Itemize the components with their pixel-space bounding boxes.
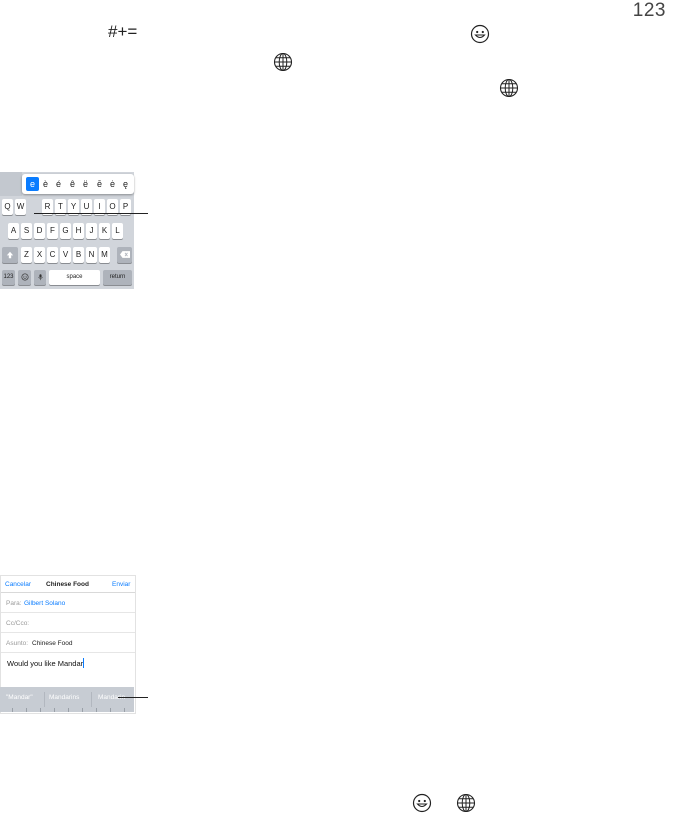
key-hint: [110, 708, 111, 712]
key[interactable]: A: [8, 223, 19, 239]
accent-key[interactable]: è: [39, 177, 52, 191]
globe-icon: [499, 78, 519, 98]
accent-key[interactable]: ę: [119, 177, 132, 191]
key[interactable]: S: [21, 223, 32, 239]
key-hint: [26, 708, 27, 712]
keyboard-row-1: Q W R T Y U I O P: [0, 199, 134, 219]
backspace-icon: [119, 251, 130, 258]
key[interactable]: X: [34, 247, 45, 263]
globe-icon: [456, 793, 476, 813]
key-hint: [96, 708, 97, 712]
keyboard-row-2: A S D F G H J K L: [0, 223, 134, 243]
divider: [91, 692, 92, 707]
emoji-icon: [470, 24, 490, 44]
message-text[interactable]: Would you like Mandar: [7, 659, 83, 668]
accent-options-bar: e è é ê ë ē ė ę: [22, 174, 134, 194]
cc-label: Cc/Cco:: [6, 620, 30, 627]
emoji-icon: [20, 273, 29, 281]
key[interactable]: V: [60, 247, 71, 263]
dictation-key[interactable]: [34, 270, 46, 285]
callout-line: [118, 697, 148, 698]
key[interactable]: Z: [21, 247, 32, 263]
key[interactable]: M: [99, 247, 110, 263]
key[interactable]: H: [73, 223, 84, 239]
key-hint: [54, 708, 55, 712]
key[interactable]: J: [86, 223, 97, 239]
accent-key[interactable]: e: [26, 177, 39, 191]
suggestion-item[interactable]: Mandarins: [49, 694, 79, 701]
page-number: 123: [632, 0, 666, 21]
divider: [44, 692, 45, 707]
key[interactable]: G: [60, 223, 71, 239]
keyboard-accent-strip: [0, 172, 22, 196]
emoji-icon: [412, 793, 432, 813]
callout-line: [34, 213, 148, 214]
globe-icon: [273, 52, 293, 72]
to-field[interactable]: Para: Gilbert Solano: [1, 593, 135, 613]
subject-value[interactable]: Chinese Food: [32, 640, 72, 647]
space-key[interactable]: space: [49, 270, 100, 285]
key[interactable]: B: [73, 247, 84, 263]
to-recipient[interactable]: Gilbert Solano: [24, 600, 65, 607]
key-hint: [68, 708, 69, 712]
microphone-icon: [37, 274, 43, 281]
key[interactable]: C: [47, 247, 58, 263]
key-hint: [124, 708, 125, 712]
to-label: Para:: [6, 600, 22, 607]
key-hint: [82, 708, 83, 712]
symbol-keys-text: #+=: [108, 22, 138, 41]
key[interactable]: D: [34, 223, 45, 239]
text-cursor: [83, 658, 84, 668]
key-hint: [40, 708, 41, 712]
shift-key[interactable]: [2, 247, 18, 263]
subject-label: Asunto:: [6, 640, 29, 647]
delete-key[interactable]: [117, 247, 132, 263]
accent-key[interactable]: ë: [79, 177, 92, 191]
suggestion-item[interactable]: "Mandar": [6, 694, 33, 701]
emoji-key[interactable]: [18, 270, 31, 285]
mail-title: Chinese Food: [46, 581, 89, 588]
key[interactable]: F: [47, 223, 58, 239]
key[interactable]: K: [99, 223, 110, 239]
cancel-button[interactable]: Cancelar: [5, 581, 31, 588]
key[interactable]: Q: [2, 199, 13, 215]
cc-field[interactable]: Cc/Cco:: [1, 613, 135, 633]
accent-key[interactable]: ē: [93, 177, 106, 191]
key[interactable]: L: [112, 223, 123, 239]
key-hint: [12, 708, 13, 712]
keyboard-row-3: Z X C V B N M: [0, 247, 134, 267]
predictive-suggestions-bar: "Mandar" Mandarins Mandarin: [0, 687, 134, 712]
shift-icon: [6, 251, 14, 259]
accent-key[interactable]: ė: [106, 177, 119, 191]
message-body[interactable]: Would you like Mandar: [1, 653, 135, 687]
subject-field[interactable]: Asunto: Chinese Food: [1, 633, 135, 653]
return-key[interactable]: return: [103, 270, 132, 285]
key[interactable]: N: [86, 247, 97, 263]
mail-header: Cancelar Chinese Food Enviar: [1, 576, 135, 593]
key[interactable]: W: [15, 199, 26, 215]
numbers-key[interactable]: 123: [2, 270, 15, 285]
accent-key[interactable]: ê: [66, 177, 79, 191]
keyboard-row-4: 123 space return: [0, 270, 134, 290]
accent-key[interactable]: é: [52, 177, 65, 191]
send-button[interactable]: Enviar: [112, 581, 130, 588]
